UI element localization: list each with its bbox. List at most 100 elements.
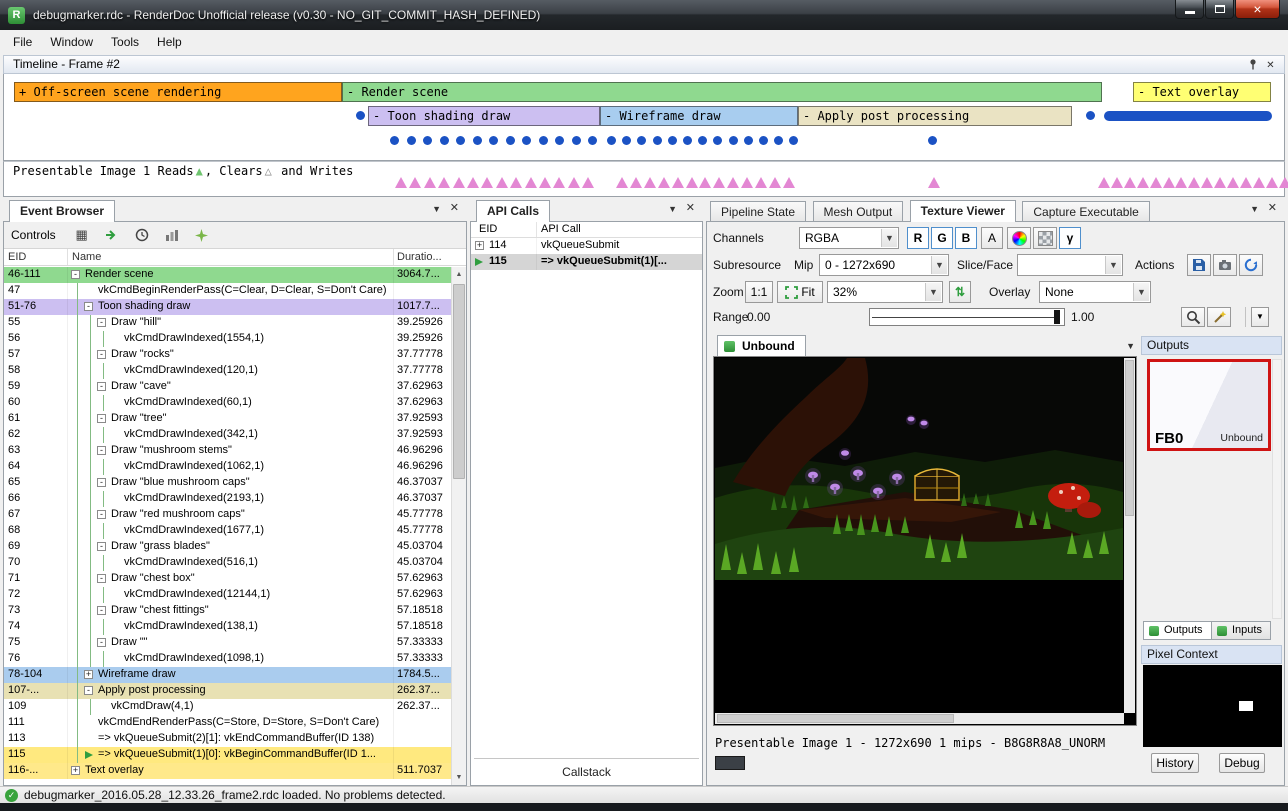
event-row[interactable]: 70vkCmdDrawIndexed(516,1)45.03704 [4,555,451,571]
event-row[interactable]: 63-Draw "mushroom stems"46.96296 [4,443,451,459]
write-marker-triangle[interactable] [553,177,565,188]
texture-hscrollbar[interactable] [715,713,1124,724]
write-marker-triangle[interactable] [783,177,795,188]
channel-b-button[interactable]: B [955,227,977,249]
fit-button[interactable]: Fit [777,281,823,303]
channel-g-button[interactable]: G [931,227,953,249]
draw-dot[interactable] [440,136,449,145]
write-marker-triangle[interactable] [1188,177,1200,188]
fb0-thumbnail[interactable]: FB0 Unbound [1147,359,1271,451]
column-eid[interactable]: EID [471,222,537,237]
draw-dot[interactable] [390,136,399,145]
write-marker-triangle[interactable] [438,177,450,188]
timeline-track[interactable]: + Off-screen scene rendering- Render sce… [3,74,1285,161]
close-icon[interactable]: ✕ [1268,203,1277,214]
bookmark-icon[interactable] [192,225,212,245]
overlay-dropdown[interactable]: None▼ [1039,281,1151,303]
write-marker-triangle[interactable] [1163,177,1175,188]
mip-dropdown[interactable]: 0 - 1272x690▼ [819,254,949,276]
tab-mesh-output[interactable]: Mesh Output [813,201,904,222]
event-row[interactable]: 73-Draw "chest fittings"57.18518 [4,603,451,619]
draw-dot[interactable] [668,136,677,145]
event-row[interactable]: 116-...+Text overlay511.7037 [4,763,451,779]
write-marker-triangle[interactable] [395,177,407,188]
menu-item-file[interactable]: File [4,32,41,52]
minimize-button[interactable] [1175,0,1204,19]
draw-dot[interactable] [928,136,937,145]
write-marker-triangle[interactable] [424,177,436,188]
tree-collapse-icon[interactable]: - [97,350,106,359]
time-draws-icon[interactable] [132,225,152,245]
slice-face-dropdown[interactable]: ▼ [1017,254,1123,276]
maximize-button[interactable] [1205,0,1234,19]
custom-display-button[interactable] [1007,227,1031,249]
tab-event-browser[interactable]: Event Browser [9,200,115,222]
stats-icon[interactable] [162,225,182,245]
event-row[interactable]: 78-104+Wireframe draw1784.5... [4,667,451,683]
usage-bar[interactable] [1104,111,1272,121]
write-marker-triangle[interactable] [481,177,493,188]
event-row[interactable]: 58vkCmdDrawIndexed(120,1)37.77778 [4,363,451,379]
draw-dot[interactable] [653,136,662,145]
tree-collapse-icon[interactable]: - [97,382,106,391]
column-eid[interactable]: EID [4,249,68,265]
tree-collapse-icon[interactable]: - [97,638,106,647]
write-marker-triangle[interactable] [539,177,551,188]
write-marker-triangle[interactable] [672,177,684,188]
column-api-call[interactable]: API Call [537,222,702,237]
save-button[interactable] [1187,254,1211,276]
zoom-1to1-button[interactable]: 1:1 [745,281,773,303]
timeline-marker-bar[interactable]: - Wireframe draw [600,106,798,126]
write-marker-triangle[interactable] [686,177,698,188]
event-row[interactable]: 57-Draw "rocks"37.77778 [4,347,451,363]
event-row[interactable]: 75-Draw ""57.33333 [4,635,451,651]
event-row[interactable]: 76vkCmdDrawIndexed(1098,1)57.33333 [4,651,451,667]
write-marker-triangle[interactable] [1227,177,1239,188]
tab-pipeline-state[interactable]: Pipeline State [710,201,806,222]
write-marker-triangle[interactable] [525,177,537,188]
draw-dot[interactable] [588,136,597,145]
draw-dot[interactable] [622,136,631,145]
timeline-marker-bar[interactable]: - Text overlay [1133,82,1271,102]
write-marker-triangle[interactable] [1137,177,1149,188]
event-row[interactable]: 69-Draw "grass blades"45.03704 [4,539,451,555]
texture-vscrollbar[interactable] [1124,358,1135,713]
tree-expand-icon[interactable]: + [475,241,484,250]
tab-outputs[interactable]: Outputs [1143,621,1212,640]
tree-collapse-icon[interactable]: - [97,574,106,583]
timeline-marker-bar[interactable]: - Apply post processing [798,106,1072,126]
draw-dot[interactable] [1086,111,1095,120]
menu-item-help[interactable]: Help [148,32,191,52]
write-marker-triangle[interactable] [1214,177,1226,188]
api-call-row[interactable]: 115=> vkQueueSubmit(1)[... [471,254,702,270]
history-button[interactable]: History [1151,753,1199,773]
write-marker-triangle[interactable] [644,177,656,188]
scroll-down-icon[interactable]: ▼ [452,770,466,785]
event-browser-scrollbar[interactable]: ▲ ▼ [451,267,466,785]
write-marker-triangle[interactable] [467,177,479,188]
tree-collapse-icon[interactable]: - [97,446,106,455]
tree-collapse-icon[interactable]: - [97,478,106,487]
event-row[interactable]: 113=> vkQueueSubmit(2)[1]: vkEndCommandB… [4,731,451,747]
close-icon[interactable]: ✕ [686,203,695,214]
tab-unbound-texture[interactable]: Unbound [717,335,806,356]
api-call-row[interactable]: +114vkQueueSubmit [471,238,702,254]
timeline-marker-bar[interactable]: - Toon shading draw [368,106,600,126]
event-row[interactable]: 51-76-Toon shading draw1017.7... [4,299,451,315]
event-row[interactable]: 71-Draw "chest box"57.62963 [4,571,451,587]
draw-dot[interactable] [607,136,616,145]
event-row[interactable]: 68vkCmdDrawIndexed(1677,1)45.77778 [4,523,451,539]
write-marker-triangle[interactable] [453,177,465,188]
write-marker-triangle[interactable] [630,177,642,188]
controls-label[interactable]: Controls [11,228,56,242]
write-marker-triangle[interactable] [1111,177,1123,188]
tree-collapse-icon[interactable]: - [97,542,106,551]
tab-texture-viewer[interactable]: Texture Viewer [910,200,1016,222]
draw-dot[interactable] [506,136,515,145]
event-row[interactable]: 59-Draw "cave"37.62963 [4,379,451,395]
draw-dot[interactable] [789,136,798,145]
event-row[interactable]: 60vkCmdDrawIndexed(60,1)37.62963 [4,395,451,411]
zoom-combo[interactable]: 32%▼ [827,281,943,303]
tab-api-calls[interactable]: API Calls [476,200,550,222]
write-marker-triangle[interactable] [741,177,753,188]
